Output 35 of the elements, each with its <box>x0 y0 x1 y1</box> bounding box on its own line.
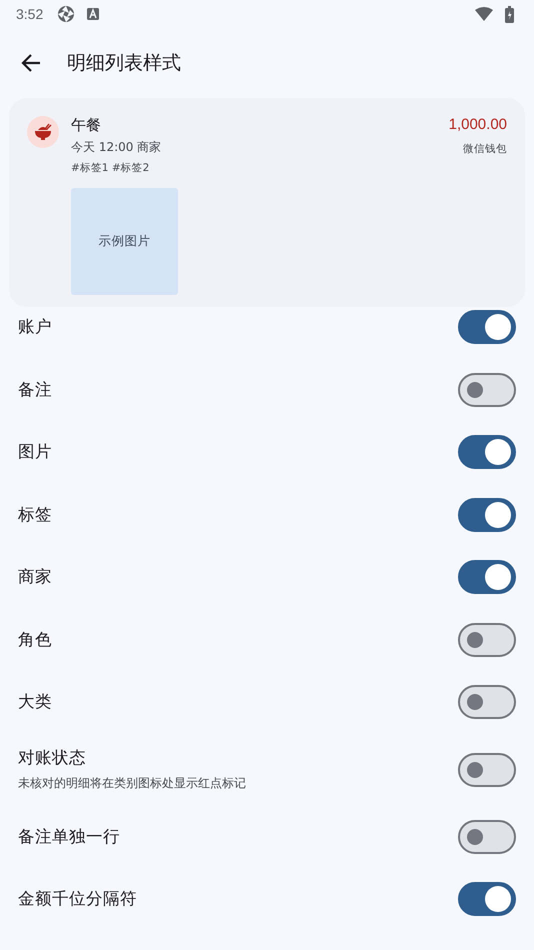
example-image-tile: 示例图片 <box>71 188 178 295</box>
toggle-switch[interactable] <box>458 622 516 657</box>
toggle-switch[interactable] <box>458 372 516 407</box>
toggle-switch[interactable] <box>458 820 516 854</box>
entry-account: 微信钱包 <box>463 142 507 156</box>
back-icon[interactable] <box>21 54 41 72</box>
toggle-switch[interactable] <box>458 685 516 720</box>
setting-label: 角色 <box>18 628 52 651</box>
entry-tags: #标签1 #标签2 <box>71 161 150 175</box>
keyboard-status-icon <box>87 8 100 20</box>
toggle-switch[interactable] <box>458 560 516 594</box>
toggle-switch[interactable] <box>458 498 516 532</box>
setting-label: 金额千位分隔符 <box>18 888 137 910</box>
battery-icon <box>505 6 514 22</box>
setting-description: 未核对的明细将在类别图标处显示红点标记 <box>18 775 246 792</box>
page-title: 明细列表样式 <box>67 51 181 76</box>
status-time: 3:52 <box>16 6 44 22</box>
setting-label: 大类 <box>18 691 52 714</box>
wifi-icon <box>475 7 493 21</box>
toggle-switch[interactable] <box>458 752 516 786</box>
setting-label: 账户 <box>18 316 52 338</box>
setting-label: 备注单独一行 <box>18 826 120 848</box>
toggle-switch[interactable] <box>458 435 516 470</box>
setting-label: 对账状态 <box>18 747 86 769</box>
setting-label: 标签 <box>18 504 52 526</box>
setting-label: 图片 <box>18 441 52 464</box>
setting-label: 备注 <box>18 378 52 401</box>
toggle-switch[interactable] <box>458 882 516 916</box>
entry-time-merchant: 今天 12:00 商家 <box>71 139 162 156</box>
entry-amount: 1,000.00 <box>448 116 507 133</box>
bowl-icon <box>27 116 59 148</box>
setting-label: 商家 <box>18 566 52 588</box>
toggle-switch[interactable] <box>458 310 516 344</box>
app-status-icon <box>57 5 76 23</box>
entry-title: 午餐 <box>71 116 101 134</box>
